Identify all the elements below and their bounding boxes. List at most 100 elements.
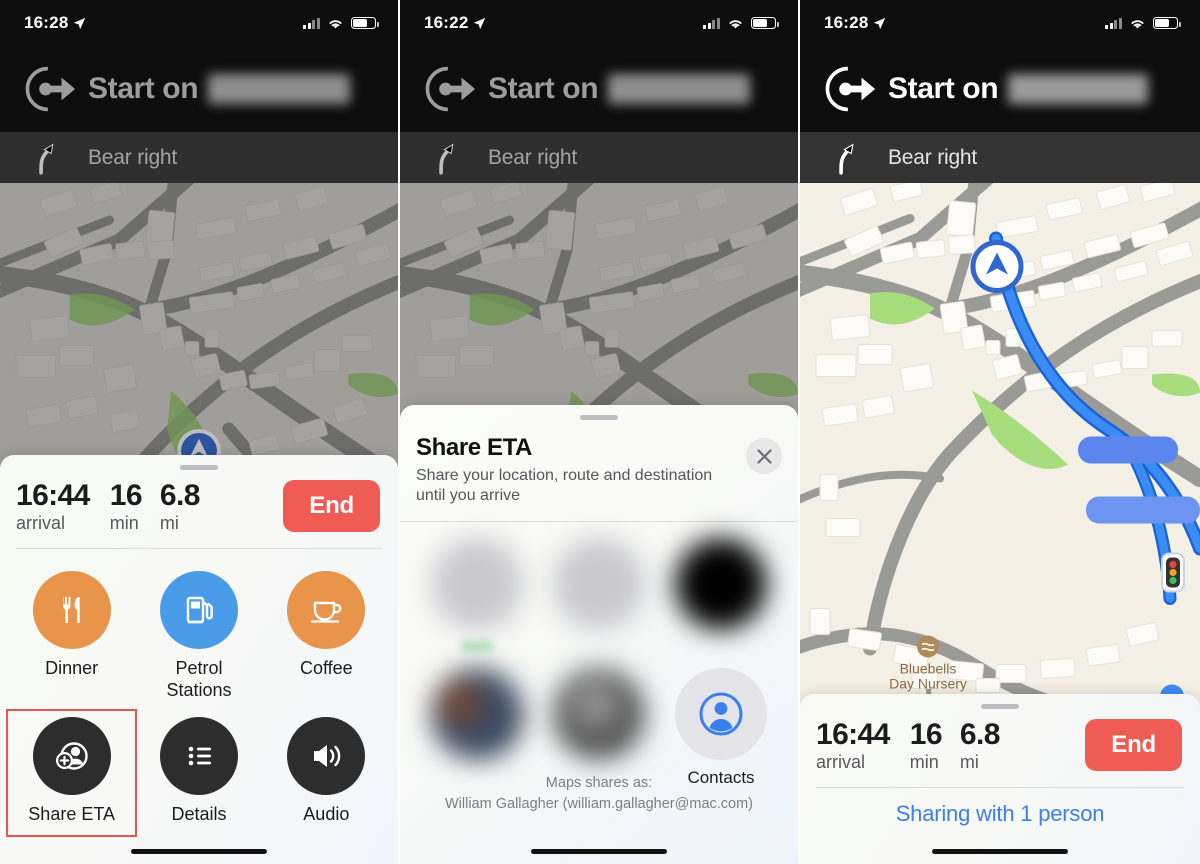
action-petrol-stations[interactable]: Petrol Stations (135, 565, 262, 710)
eta-duration-label: min (109, 512, 139, 533)
status-bar-clock: 16:28 (24, 13, 69, 32)
eta-arrival: 16:44 arrival (816, 719, 890, 773)
start-route-icon (825, 66, 876, 112)
bear-right-arrow-icon (839, 143, 854, 175)
action-details-label: Details (171, 803, 227, 824)
share-recipient-4[interactable] (416, 660, 538, 790)
avatar (431, 667, 523, 760)
list-bullet-icon (188, 746, 211, 766)
eta-arrival-label: arrival (16, 512, 66, 533)
eta-distance-value: 6.8 (959, 718, 1001, 751)
action-dinner[interactable]: Dinner (8, 565, 135, 710)
share-eta-title: Share ETA (416, 434, 532, 461)
avatar (675, 537, 767, 630)
status-bar-right (1105, 17, 1181, 30)
home-indicator[interactable] (932, 849, 1068, 854)
share-eta-subtitle: Share your location, route and destinati… (416, 467, 713, 505)
eta-arrival: 16:44 arrival (16, 480, 90, 534)
action-coffee[interactable]: Coffee (263, 565, 390, 710)
status-bar: 16:28 (800, 0, 1200, 46)
eta-duration-value: 16 (909, 718, 943, 751)
shares-as-line2: William Gallagher (william.gallagher@mac… (444, 796, 754, 813)
maneuver-banner: Start on (800, 46, 1200, 132)
action-audio[interactable]: Audio (263, 711, 390, 835)
eta-distance-value: 6.8 (159, 479, 201, 513)
action-audio-label: Audio (303, 803, 350, 824)
sharing-bottom-card: 16:44 arrival 16 min 6.8 mi End Sharing … (800, 694, 1200, 864)
action-share-eta[interactable]: Share ETA (5, 708, 138, 838)
avatar (553, 667, 645, 760)
close-x-icon (756, 448, 772, 464)
sharing-status-link[interactable]: Sharing with 1 person (896, 801, 1105, 826)
end-navigation-button[interactable]: End (283, 480, 380, 533)
speaker-wave-icon (314, 744, 341, 767)
share-eta-sheet: Share ETA Share your location, route and… (400, 405, 798, 864)
share-recipient-contacts[interactable]: Contacts (660, 660, 782, 790)
home-indicator-wrap (0, 835, 398, 864)
home-indicator[interactable] (531, 849, 667, 854)
home-indicator-wrap (800, 835, 1200, 864)
next-maneuver-label: Bear right (88, 145, 178, 169)
signal-bars-icon (1105, 17, 1122, 29)
share-recipient-5[interactable] (538, 660, 660, 790)
maneuver-label: Start on (488, 72, 599, 105)
wifi-icon (1131, 19, 1144, 29)
battery-icon (751, 17, 779, 29)
three-panel-screenshot-strip: 16:28 Start on Bear right 16:44 arrival … (0, 0, 1200, 864)
action-details[interactable]: Details (135, 711, 262, 835)
maneuver-label: Start on (888, 72, 999, 105)
end-navigation-button[interactable]: End (1085, 719, 1182, 771)
eta-duration: 16 min (109, 479, 143, 534)
traffic-light-marker[interactable] (1161, 552, 1185, 593)
fuel-pump-icon (186, 597, 213, 624)
status-bar-left: 16:22 (424, 13, 486, 33)
action-dinner-label: Dinner (45, 658, 99, 679)
maneuver-banner: Start on (400, 46, 798, 132)
home-indicator-wrap (400, 835, 798, 864)
svg-text:Day Nursery: Day Nursery (889, 676, 967, 692)
svg-text:Bluebells: Bluebells (900, 661, 957, 677)
dinner-icon-circle (32, 571, 111, 650)
share-recipient-3[interactable] (660, 530, 782, 660)
signal-bars-icon (303, 17, 320, 29)
avatar (675, 667, 767, 760)
navigation-bottom-card: 16:44 arrival 16 min 6.8 mi End Dinner P… (0, 455, 398, 864)
person-badge-plus-icon (55, 742, 88, 770)
wifi-icon (729, 19, 742, 29)
share-eta-icon-circle (32, 716, 111, 795)
eta-arrival-label: arrival (816, 751, 866, 772)
eta-summary-row: 16:44 arrival 16 min 6.8 mi End (0, 470, 398, 534)
location-arrow-icon (74, 17, 86, 29)
start-route-icon (25, 66, 76, 112)
maneuver-banner-text: Start on (888, 72, 1149, 106)
location-arrow-icon (474, 17, 486, 29)
petrol-stations-icon-circle (159, 571, 238, 650)
eta-distance-label: mi (159, 512, 179, 533)
status-bar-right (703, 17, 779, 30)
audio-icon-circle (287, 716, 366, 795)
status-bar-right (303, 17, 379, 30)
eta-distance: 6.8 mi (959, 718, 1001, 773)
share-recipient-2[interactable] (538, 530, 660, 660)
eta-duration-value: 16 (109, 479, 143, 513)
quick-actions-grid: Dinner Petrol Stations Coffee Share ETA … (0, 549, 398, 838)
signal-bars-icon (703, 17, 720, 29)
person-circle-icon (699, 692, 743, 736)
close-sheet-button[interactable] (746, 438, 782, 474)
maneuver-banner-text: Start on (488, 72, 751, 106)
action-share-eta-label: Share ETA (28, 803, 116, 824)
fork-knife-icon (62, 597, 80, 624)
eta-arrival-value: 16:44 (816, 718, 890, 751)
phone-panel-sharing-active: 16:28 Start on Bear right Bluebells Day … (800, 0, 1200, 864)
share-recipients-grid: SMS Contacts (400, 522, 798, 790)
maneuver-banner-text: Start on (88, 72, 351, 106)
eta-arrival-value: 16:44 (16, 479, 90, 513)
action-coffee-label: Coffee (299, 658, 353, 679)
bear-right-arrow-icon (439, 143, 454, 175)
home-indicator[interactable] (131, 849, 267, 854)
battery-icon (1153, 17, 1181, 29)
maneuver-label: Start on (88, 72, 199, 105)
share-recipient-1[interactable]: SMS (416, 530, 538, 660)
next-maneuver-banner: Bear right (800, 132, 1200, 183)
position-marker-group (970, 240, 1024, 293)
